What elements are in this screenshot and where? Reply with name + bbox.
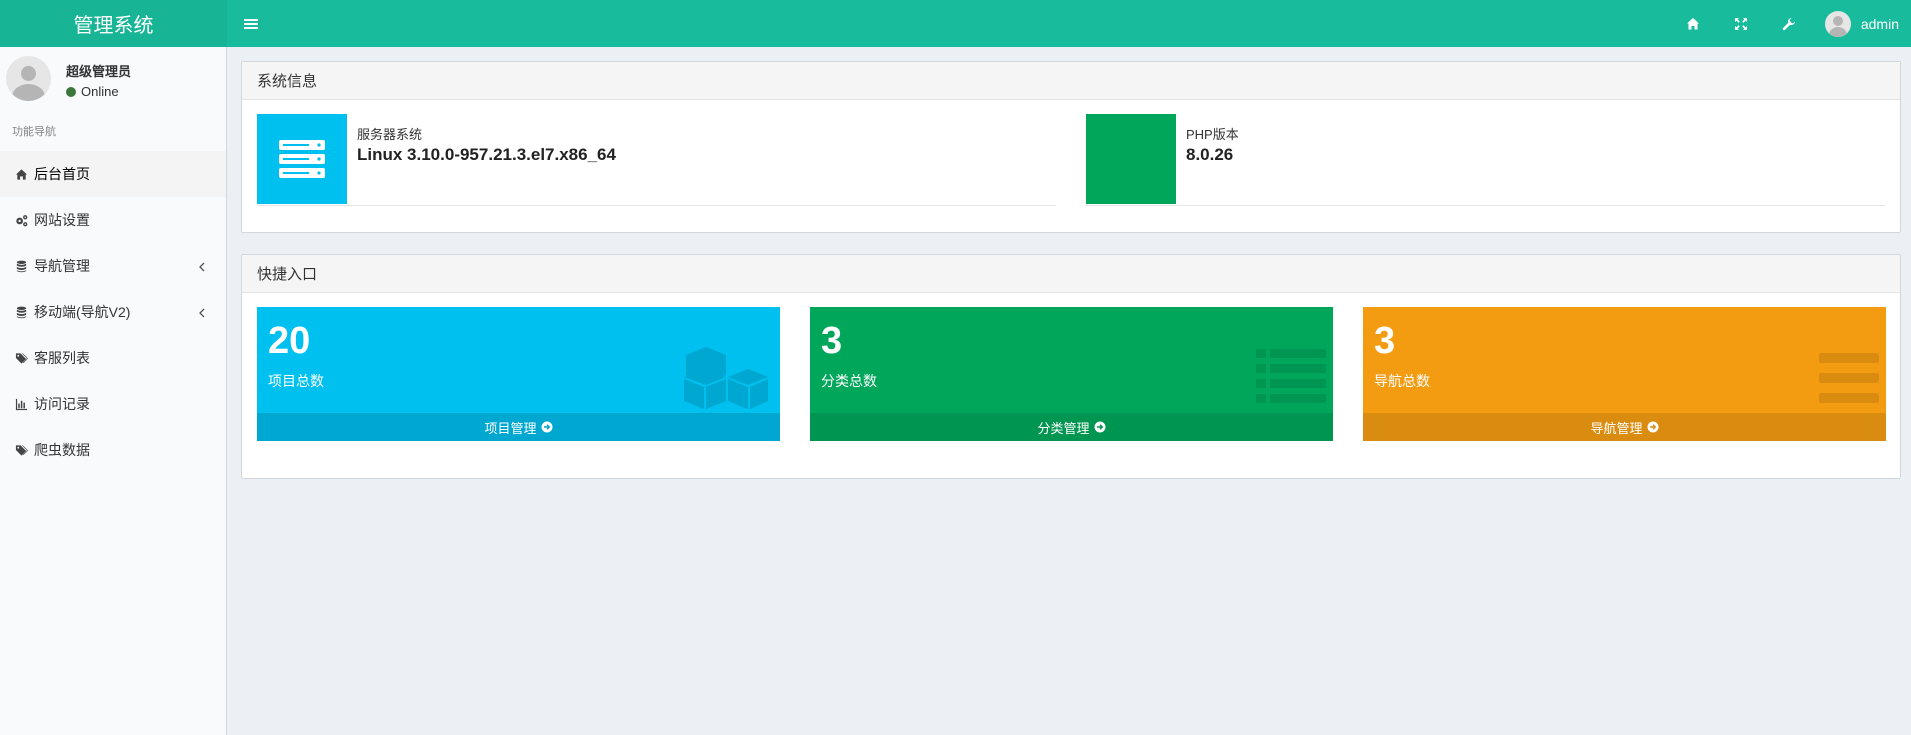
nav-count-card: 3 导航总数 导航管理 [1363,307,1886,441]
php-version-value: 8.0.26 [1186,145,1234,164]
project-count: 20 [268,320,311,362]
category-count-label: 分类总数 [821,373,877,389]
project-count-card: 20 项目总数 项目管理 [257,307,780,441]
category-count: 3 [821,320,843,362]
php-icon [1086,114,1176,204]
menu-icon [244,18,258,29]
server-os-value: Linux 3.10.0-957.21.3.el7.x86_64 [357,145,616,164]
sidebar-item-crawler-data[interactable]: 爬虫数据 [0,427,226,473]
user-status-label: Online [81,84,119,99]
sidebar-item-label: 访问记录 [34,396,90,412]
user-panel: 超级管理员 Online [0,47,226,111]
online-status-icon [66,86,76,97]
user-avatar [6,56,51,101]
arrow-circle-right-icon [541,421,552,433]
home-button[interactable] [1669,0,1717,47]
project-manage-link[interactable]: 项目管理 [257,413,780,441]
sidebar-item-nav-manage[interactable]: 导航管理 [0,243,226,289]
gears-icon [14,213,28,227]
chevron-left-icon [198,306,206,318]
main-content: 系统信息 服务器系统 Linux 3.10.0-957.21.3.el7.x86… [241,61,1901,500]
clear-cache-button[interactable] [1765,0,1813,47]
user-name: 超级管理员 [66,64,132,79]
database-icon [14,259,28,273]
sidebar-item-mobile-nav[interactable]: 移动端(导航V2) [0,289,226,335]
sidebar-toggle-button[interactable] [231,0,271,47]
arrow-circle-right-icon [1647,421,1658,433]
list-icon [1256,349,1326,403]
quick-entry-box: 快捷入口 20 项目总数 项目管理 3 分类总数 分类管理 3 导航总数 导航管… [241,254,1901,479]
nav-manage-label: 导航管理 [1590,420,1643,436]
sidebar: 超级管理员 Online 功能导航 后台首页 网站设置 导航管理 移动端(导航V… [0,47,227,735]
avatar [1824,10,1851,37]
database-icon [14,305,28,319]
quick-entry-body: 20 项目总数 项目管理 3 分类总数 分类管理 3 导航总数 导航管理 [242,293,1900,478]
category-manage-link[interactable]: 分类管理 [810,413,1333,441]
bar-chart-icon [14,397,28,411]
category-manage-label: 分类管理 [1037,420,1090,436]
system-info-box: 系统信息 服务器系统 Linux 3.10.0-957.21.3.el7.x86… [241,61,1901,233]
php-version-label: PHP版本 [1186,127,1239,142]
server-icon [257,114,347,204]
nav-count: 3 [1374,320,1396,362]
quick-entry-title: 快捷入口 [242,255,1900,293]
sidebar-item-label: 网站设置 [34,212,90,228]
expand-icon [1734,17,1747,30]
category-count-card: 3 分类总数 分类管理 [810,307,1333,441]
php-info-card: PHP版本 8.0.26 [1086,114,1885,206]
username-label: admin [1860,15,1899,32]
system-info-title: 系统信息 [242,62,1900,100]
arrow-circle-right-icon [1094,421,1105,433]
nav-manage-link[interactable]: 导航管理 [1363,413,1886,441]
system-info-body: 服务器系统 Linux 3.10.0-957.21.3.el7.x86_64 P… [242,100,1900,232]
tags-icon [14,443,28,457]
server-info-card: 服务器系统 Linux 3.10.0-957.21.3.el7.x86_64 [257,114,1056,206]
top-navbar: admin [227,0,1911,47]
server-os-label: 服务器系统 [357,127,423,142]
nav-header: 功能导航 [12,126,56,138]
sidebar-item-label: 导航管理 [34,258,90,274]
sidebar-item-label: 后台首页 [34,166,90,182]
wrench-icon [1782,17,1795,30]
user-status: Online [66,84,119,99]
home-icon [14,167,28,181]
sidebar-item-label: 移动端(导航V2) [34,304,131,320]
project-manage-label: 项目管理 [484,420,537,436]
sidebar-item-site-settings[interactable]: 网站设置 [0,197,226,243]
sidebar-item-dashboard[interactable]: 后台首页 [0,151,226,197]
chevron-left-icon [198,260,206,272]
top-right-menu: admin [1669,0,1911,47]
app-logo[interactable]: 管理系统 [0,0,227,47]
nav-count-label: 导航总数 [1374,373,1430,389]
fullscreen-button[interactable] [1717,0,1765,47]
sidebar-item-visit-log[interactable]: 访问记录 [0,381,226,427]
bars-icon [1819,353,1879,403]
sidebar-item-label: 爬虫数据 [34,442,90,458]
top-header: 管理系统 admin [0,0,1911,47]
tags-icon [14,351,28,365]
project-count-label: 项目总数 [268,373,324,389]
home-icon [1686,17,1699,29]
sidebar-item-label: 客服列表 [34,350,90,366]
cubes-icon [684,347,768,409]
sidebar-item-customer-service[interactable]: 客服列表 [0,335,226,381]
user-menu[interactable]: admin [1813,0,1911,47]
